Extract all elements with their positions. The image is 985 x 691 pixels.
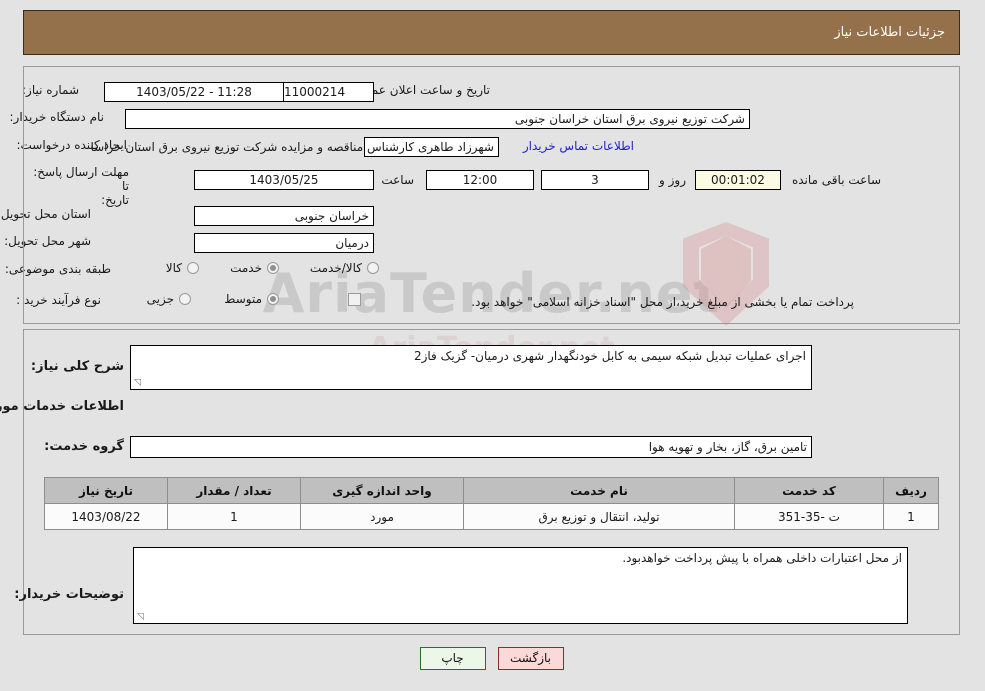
deadline-label-line2: تاریخ: xyxy=(102,193,130,207)
buyer-contact-link[interactable]: اطلاعات تماس خریدار xyxy=(524,139,635,153)
remaining-days-value[interactable]: 3 xyxy=(542,170,650,190)
category-option-kala[interactable]: کالا xyxy=(167,261,200,275)
action-buttons: بازگشت چاپ xyxy=(0,647,985,670)
cell-service-name: تولید، انتقال و توزیع برق xyxy=(464,503,736,530)
need-info-panel xyxy=(24,66,961,324)
process-label-jozee: جزیی xyxy=(147,292,175,306)
table-row[interactable]: 1 ت -35-351 تولید، انتقال و توزیع برق مو… xyxy=(45,503,940,530)
print-button[interactable]: چاپ xyxy=(420,647,487,670)
summary-value: اجرای عملیات تبدیل شبکه سیمی به کابل خود… xyxy=(414,349,807,363)
creator-value: شهرزاد طاهری کارشناس مناقصه و مزایده شرک… xyxy=(91,140,495,154)
col-need-date: تاریخ نیاز xyxy=(45,477,169,504)
col-service-code: کد خدمت xyxy=(735,477,885,504)
process-radio-jozee[interactable] xyxy=(180,293,192,305)
announce-datetime-value[interactable]: 1403/05/22 - 11:28 xyxy=(105,82,285,102)
buyer-notes-value: از محل اعتبارات داخلی همراه با پیش پرداخ… xyxy=(623,551,903,565)
col-unit: واحد اندازه گیری xyxy=(301,477,465,504)
treasury-text: پرداخت تمام یا بخشی از مبلغ خرید،از محل … xyxy=(472,295,855,309)
category-radio-kala-khedmat[interactable] xyxy=(368,262,380,274)
treasury-checkbox[interactable] xyxy=(349,293,362,306)
category-label-kala-khedmat: کالا/خدمت xyxy=(310,261,363,275)
cell-quantity: 1 xyxy=(168,503,302,530)
countdown-timer: 00:01:02 xyxy=(696,170,782,190)
buyer-notes-label: توضیحات خریدار: xyxy=(15,587,125,602)
deadline-label-line1: مهلت ارسال پاسخ: تا xyxy=(34,165,130,193)
resize-grip-icon-notes[interactable]: ◸ xyxy=(138,612,147,622)
col-quantity: تعداد / مقدار xyxy=(168,477,302,504)
category-label-khedmat: خدمت xyxy=(231,261,263,275)
service-group-value[interactable]: تامین برق، گاز، بخار و تهویه هوا xyxy=(131,436,813,458)
process-radio-motevaset[interactable] xyxy=(268,293,280,305)
summary-textarea[interactable]: اجرای عملیات تبدیل شبکه سیمی به کابل خود… xyxy=(131,345,813,390)
process-label-motevaset: متوسط xyxy=(225,292,263,306)
category-option-khedmat[interactable]: خدمت xyxy=(231,261,280,275)
category-radio-khedmat[interactable] xyxy=(268,262,280,274)
process-option-jozee[interactable]: جزیی xyxy=(148,292,192,306)
service-group-label: گروه خدمت: xyxy=(45,439,125,454)
resize-grip-icon[interactable]: ◸ xyxy=(135,378,144,388)
category-radio-kala[interactable] xyxy=(188,262,200,274)
creator-value-field[interactable]: شهرزاد طاهری کارشناس مناقصه و مزایده شرک… xyxy=(91,137,500,157)
cell-service-code: ت -35-351 xyxy=(735,503,885,530)
back-button[interactable]: بازگشت xyxy=(498,647,565,670)
category-option-kala-khedmat[interactable]: کالا/خدمت xyxy=(311,261,380,275)
deadline-label-wrap: مهلت ارسال پاسخ: تا تاریخ: xyxy=(25,165,130,207)
cell-unit: مورد xyxy=(301,503,465,530)
services-table: ردیف کد خدمت نام خدمت واحد اندازه گیری ت… xyxy=(45,477,940,530)
col-service-name: نام خدمت xyxy=(464,477,736,504)
city-value[interactable]: درمیان xyxy=(195,233,375,253)
table-header-row: ردیف کد خدمت نام خدمت واحد اندازه گیری ت… xyxy=(45,477,940,504)
page-title: جزئیات اطلاعات نیاز xyxy=(835,25,946,40)
buyer-org-value[interactable]: شرکت توزیع نیروی برق استان خراسان جنوبی xyxy=(126,109,751,129)
days-label: روز و xyxy=(660,173,687,187)
deadline-hour-value[interactable]: 12:00 xyxy=(427,170,535,190)
cell-need-date: 1403/08/22 xyxy=(45,503,169,530)
province-value[interactable]: خراسان جنوبی xyxy=(195,206,375,226)
buyer-notes-textarea[interactable]: از محل اعتبارات داخلی همراه با پیش پرداخ… xyxy=(134,547,909,624)
remaining-label: ساعت باقی مانده xyxy=(792,173,882,187)
page-header: جزئیات اطلاعات نیاز xyxy=(24,10,961,55)
category-label-kala: کالا xyxy=(166,261,183,275)
deadline-date-value[interactable]: 1403/05/25 xyxy=(195,170,375,190)
summary-label: شرح کلی نیاز: xyxy=(31,359,125,374)
deadline-hour-label: ساعت xyxy=(382,173,415,187)
services-info-title: اطلاعات خدمات مورد نیاز xyxy=(0,399,125,414)
process-option-motevaset[interactable]: متوسط xyxy=(225,292,280,306)
cell-row: 1 xyxy=(884,503,940,530)
col-row: ردیف xyxy=(884,477,940,504)
